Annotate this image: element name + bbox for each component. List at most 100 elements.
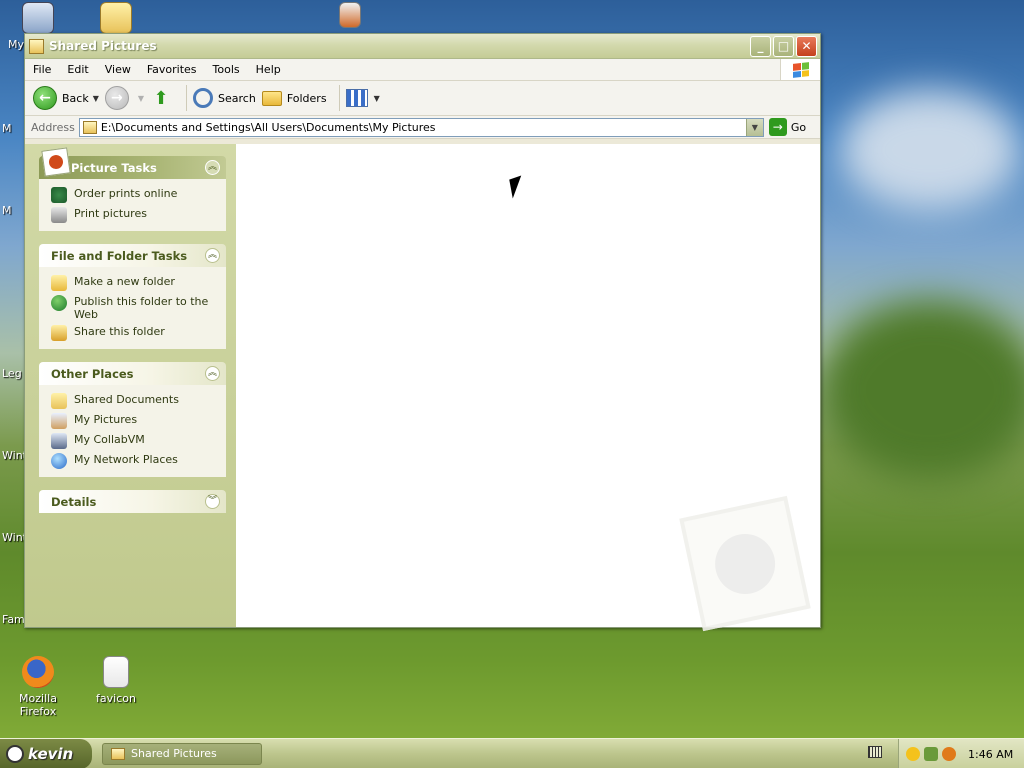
- pictures-folder-icon: [51, 413, 67, 429]
- folders-button[interactable]: Folders: [261, 90, 327, 106]
- file-icon: [103, 656, 129, 688]
- place-my-network-places[interactable]: My Network Places: [51, 451, 220, 471]
- address-value: E:\Documents and Settings\All Users\Docu…: [100, 120, 436, 134]
- other-places-panel: Other Places ︽ Shared Documents My Pictu…: [39, 362, 226, 477]
- views-button[interactable]: ▼: [345, 89, 380, 107]
- computer-icon: [51, 433, 67, 449]
- minimize-button[interactable]: _: [750, 35, 771, 57]
- network-tray-icon[interactable]: [924, 747, 938, 761]
- desktop-edge-label[interactable]: Leg: [2, 367, 22, 380]
- pictures-watermark: [679, 495, 811, 632]
- toolbar-separator: [338, 85, 340, 111]
- back-button[interactable]: ← Back ▼: [33, 86, 99, 110]
- views-dropdown-icon: ▼: [373, 93, 380, 103]
- other-places-body: Shared Documents My Pictures My CollabVM…: [39, 385, 226, 477]
- toolbar-separator: [186, 85, 188, 111]
- desktop-edge-label[interactable]: Fam: [2, 613, 25, 626]
- other-places-header[interactable]: Other Places ︽: [39, 362, 226, 385]
- start-button[interactable]: kevin: [0, 738, 92, 768]
- picture-tasks-header[interactable]: Picture Tasks ︽: [39, 147, 226, 179]
- security-shield-icon[interactable]: [906, 747, 920, 761]
- address-dropdown-icon[interactable]: ▼: [745, 118, 763, 136]
- desktop-icon-firefox[interactable]: Mozilla Firefox: [0, 656, 76, 718]
- menu-edit[interactable]: Edit: [59, 63, 96, 76]
- address-label: Address: [31, 120, 75, 134]
- taskbar-window-button[interactable]: Shared Pictures: [102, 742, 262, 765]
- collapse-chevron-icon[interactable]: ︽: [205, 366, 220, 381]
- windows-logo: [780, 59, 820, 80]
- search-button[interactable]: Search: [193, 88, 256, 108]
- task-share-folder[interactable]: Share this folder: [51, 323, 220, 343]
- desktop-icon-favicon[interactable]: favicon: [78, 656, 154, 705]
- folder-icon: [111, 747, 125, 760]
- image-file-icon: [339, 2, 361, 28]
- desktop-edge-label[interactable]: M: [2, 204, 12, 217]
- details-header[interactable]: Details ︾: [39, 490, 226, 513]
- back-arrow-icon: ←: [33, 86, 57, 110]
- search-tray-icon[interactable]: [942, 747, 956, 761]
- clock[interactable]: 1:46 AM: [968, 748, 1013, 761]
- menu-view[interactable]: View: [97, 63, 139, 76]
- menu-bar: File Edit View Favorites Tools Help: [25, 59, 820, 81]
- file-folder-tasks-panel: File and Folder Tasks ︽ Make a new folde…: [39, 244, 226, 349]
- go-arrow-icon: →: [768, 118, 787, 136]
- taskbar: kevin Shared Pictures 1:46 AM: [0, 738, 1024, 768]
- file-folder-tasks-body: Make a new folder Publish this folder to…: [39, 267, 226, 349]
- folder-icon: [29, 38, 44, 54]
- menu-help[interactable]: Help: [248, 63, 289, 76]
- address-input[interactable]: E:\Documents and Settings\All Users\Docu…: [78, 117, 764, 137]
- folders-icon: [261, 90, 282, 106]
- firefox-icon: [22, 656, 54, 688]
- place-shared-documents[interactable]: Shared Documents: [51, 391, 220, 411]
- background-foliage: [820, 300, 1024, 480]
- picture-icon: [41, 147, 71, 177]
- task-order-prints[interactable]: Order prints online: [51, 185, 220, 205]
- task-publish-web[interactable]: Publish this folder to the Web: [51, 293, 220, 323]
- network-icon: [51, 453, 67, 469]
- place-my-pictures[interactable]: My Pictures: [51, 411, 220, 431]
- close-button[interactable]: ✕: [796, 35, 817, 57]
- explorer-window[interactable]: Shared Pictures _ □ ✕ File Edit View Fav…: [24, 33, 821, 632]
- file-list-area[interactable]: [236, 144, 820, 632]
- desktop-edge-label[interactable]: M: [2, 122, 12, 135]
- picture-tasks-body: Order prints online Print pictures: [39, 179, 226, 231]
- file-folder-tasks-header[interactable]: File and Folder Tasks ︽: [39, 244, 226, 267]
- title-bar[interactable]: Shared Pictures _ □ ✕: [25, 34, 820, 59]
- order-prints-icon: [51, 187, 67, 203]
- maximize-button[interactable]: □: [773, 35, 794, 57]
- start-logo-icon: [6, 744, 24, 763]
- folder-icon: [100, 2, 132, 34]
- task-new-folder[interactable]: Make a new folder: [51, 273, 220, 293]
- desktop-icon-image[interactable]: [312, 2, 388, 32]
- forward-button[interactable]: → ▼: [104, 86, 144, 110]
- place-my-collabvm[interactable]: My CollabVM: [51, 431, 220, 451]
- window-title: Shared Pictures: [49, 39, 157, 53]
- up-button[interactable]: ⬆: [150, 87, 174, 109]
- collapse-chevron-icon[interactable]: ︽: [205, 160, 220, 175]
- menu-favorites[interactable]: Favorites: [139, 63, 205, 76]
- menu-file[interactable]: File: [25, 63, 59, 76]
- system-tray: 1:46 AM: [898, 739, 1024, 768]
- keyboard-icon[interactable]: [868, 746, 882, 758]
- details-panel: Details ︾: [39, 490, 226, 513]
- folder-icon: [82, 120, 97, 134]
- go-button[interactable]: → Go: [768, 118, 806, 136]
- search-icon: [193, 88, 214, 108]
- collapse-chevron-icon[interactable]: ︽: [205, 248, 220, 263]
- background-cloud: [840, 90, 1020, 210]
- expand-chevron-icon[interactable]: ︾: [205, 494, 220, 509]
- printer-icon: [51, 207, 67, 223]
- menu-tools[interactable]: Tools: [205, 63, 248, 76]
- standard-toolbar: ← Back ▼ → ▼ ⬆ Search Folders ▼: [25, 81, 820, 116]
- windows-flag-icon: [792, 61, 809, 78]
- task-print-pictures[interactable]: Print pictures: [51, 205, 220, 225]
- new-folder-icon: [51, 275, 67, 291]
- forward-arrow-icon: →: [104, 86, 129, 110]
- up-folder-icon: ⬆: [153, 87, 169, 109]
- explorer-body: Picture Tasks ︽ Order prints online Prin…: [25, 144, 820, 632]
- computer-icon: [22, 2, 54, 34]
- back-dropdown-icon[interactable]: ▼: [93, 94, 99, 103]
- folder-icon: [51, 393, 67, 409]
- forward-dropdown-icon[interactable]: ▼: [138, 94, 144, 103]
- picture-tasks-panel: Picture Tasks ︽ Order prints online Prin…: [39, 147, 226, 231]
